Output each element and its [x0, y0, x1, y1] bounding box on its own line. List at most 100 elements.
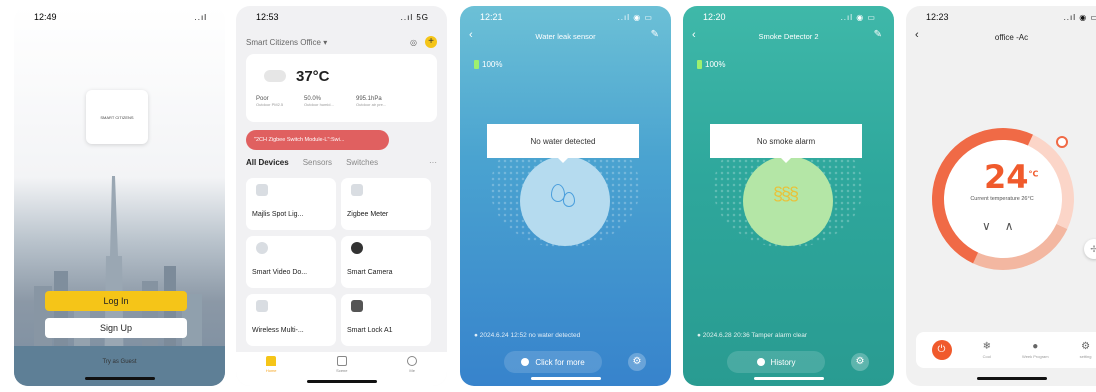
- page-title: Smoke Detector 2: [758, 32, 819, 41]
- device-card[interactable]: Smart Camera: [341, 236, 431, 288]
- device-image: [351, 184, 363, 196]
- device-card[interactable]: Majlis Spot Lig...: [246, 178, 336, 230]
- weather-stat: Poor Outdoor PM2.5: [256, 96, 283, 107]
- power-button[interactable]: ⏻: [931, 340, 952, 360]
- app-logo: SMART CITIZENS: [86, 90, 148, 144]
- guest-link[interactable]: Try as Guest: [14, 359, 225, 365]
- tab-home[interactable]: Home: [266, 356, 277, 386]
- clock-icon: ●: [1032, 341, 1039, 352]
- status-bar: 12:20 ..ıl ◉ ▭: [683, 6, 894, 28]
- add-device-icon[interactable]: +: [425, 36, 437, 48]
- home-icon: [266, 356, 277, 366]
- tab-sensors[interactable]: Sensors: [303, 158, 332, 167]
- signal-icon: ..ıl: [194, 12, 207, 22]
- city-skyline-image: [14, 176, 225, 386]
- device-name: Wireless Multi-...: [252, 327, 304, 334]
- edit-icon[interactable]: ✎: [874, 29, 882, 40]
- history-icon: [756, 358, 765, 366]
- battery-status: 100%: [474, 60, 502, 69]
- status-popup: No water detected: [487, 124, 639, 163]
- status-popup: No smoke alarm: [710, 124, 862, 163]
- battery-status: 100%: [697, 60, 725, 69]
- bar-label: Week Program: [1022, 354, 1049, 359]
- home-indicator: [976, 377, 1047, 380]
- stat-label: Outdoor PM2.5: [256, 102, 284, 107]
- status-bar: 12:53 ..ıl 5G: [236, 6, 447, 28]
- device-card[interactable]: Wireless Multi-...: [246, 294, 336, 346]
- weather-stat: 50.0% Outdoor humid...: [304, 96, 334, 107]
- signal-icon: ..ıl ◉ ▭: [1063, 12, 1096, 22]
- alert-banner[interactable]: "2CH Zigbee Switch Module-L":Swi...: [246, 130, 389, 150]
- tab-all-devices[interactable]: All Devices: [246, 158, 289, 167]
- device-image: [256, 242, 268, 254]
- increase-button[interactable]: ∧: [1005, 219, 1028, 233]
- signal-icon: ..ıl ◉ ▭: [617, 12, 653, 22]
- page-title: Water leak sensor: [535, 32, 596, 41]
- record-text: 2024.6.24 12:52 no water detected: [479, 332, 581, 339]
- info-icon: [521, 358, 530, 366]
- home-indicator: [753, 377, 824, 380]
- fan-speed-button[interactable]: ✢: [1084, 239, 1096, 259]
- smoke-icon: §§§: [773, 184, 799, 204]
- logo-text: SMART CITIZENS: [100, 114, 134, 120]
- login-button[interactable]: Log In: [45, 291, 187, 311]
- history-button-label: History: [770, 357, 796, 367]
- signal-icon: ..ıl ◉ ▭: [840, 12, 876, 22]
- dial-knob[interactable]: [1056, 136, 1068, 148]
- settings-icon[interactable]: ⚙: [851, 353, 869, 371]
- status-time: 12:53: [256, 12, 279, 22]
- home-selector[interactable]: Smart Citizens Office ▾: [246, 38, 327, 47]
- tab-label: Home: [265, 368, 277, 373]
- scene-icon: [336, 356, 347, 366]
- device-tabs: All Devices Sensors Switches ···: [246, 158, 437, 167]
- home-indicator: [306, 380, 377, 383]
- status-circle: §§§: [743, 156, 833, 246]
- status-bar: 12:23 ..ıl ◉ ▭: [906, 6, 1096, 28]
- device-card[interactable]: Smart Video Do...: [246, 236, 336, 288]
- tab-label: Me: [409, 368, 415, 373]
- edit-icon[interactable]: ✎: [651, 29, 659, 40]
- more-button[interactable]: Click for more: [504, 351, 602, 373]
- tab-label: Scene: [336, 368, 348, 373]
- cloud-icon: [264, 70, 286, 82]
- device-name: Smart Camera: [347, 269, 393, 276]
- snowflake-icon: ❄: [982, 341, 991, 352]
- tab-me[interactable]: Me: [407, 356, 418, 386]
- battery-level: 100%: [705, 60, 726, 69]
- status-time: 12:20: [703, 12, 726, 22]
- latest-record: ● 2024.6.24 12:52 no water detected: [474, 332, 581, 339]
- device-name: Majlis Spot Lig...: [252, 211, 304, 218]
- signup-button[interactable]: Sign Up: [45, 318, 187, 338]
- status-time: 12:21: [480, 12, 503, 22]
- home-screen: 12:53 ..ıl 5G Smart Citizens Office ▾ ◎ …: [236, 6, 447, 386]
- current-temperature: Current temperature 26°C: [970, 196, 1034, 202]
- setpoint-number: 24: [984, 158, 1029, 196]
- device-card[interactable]: Zigbee Meter: [341, 178, 431, 230]
- stat-label: Outdoor humid...: [304, 102, 334, 107]
- device-card[interactable]: Smart Lock A1: [341, 294, 431, 346]
- tab-switches[interactable]: Switches: [346, 158, 378, 167]
- home-header: Smart Citizens Office ▾ ◎ +: [246, 36, 437, 48]
- setpoint-unit: °C: [1028, 169, 1039, 179]
- bar-label: Cool: [982, 354, 991, 359]
- decrease-button[interactable]: ∨: [982, 219, 1005, 233]
- home-name: Smart Citizens Office: [246, 37, 321, 47]
- status-bar: 12:21 ..ıl ◉ ▭: [460, 6, 671, 28]
- ai-icon[interactable]: ◎: [410, 38, 417, 47]
- water-leak-screen: 12:21 ..ıl ◉ ▭ ‹ Water leak sensor ✎ 100…: [460, 6, 671, 386]
- tabs-more-button[interactable]: ···: [429, 158, 437, 167]
- setting-button[interactable]: ⚙ setting: [1080, 341, 1092, 359]
- bar-label: setting: [1079, 354, 1092, 359]
- history-button[interactable]: History: [727, 351, 825, 373]
- gear-icon: ⚙: [1081, 341, 1091, 352]
- me-icon: [407, 356, 418, 366]
- device-name: Zigbee Meter: [347, 211, 389, 218]
- settings-icon[interactable]: ⚙: [628, 353, 646, 371]
- latest-record: ● 2024.6.28 20:36 Tamper alarm clear: [697, 332, 808, 339]
- device-image: [256, 300, 268, 312]
- week-program-button[interactable]: ● Week Program: [1022, 341, 1049, 359]
- login-screen: 12:49 ..ıl SMART CITIZENS Log In Sign Up…: [14, 6, 225, 386]
- mode-cool-button[interactable]: ❄ Cool: [983, 341, 991, 359]
- weather-card: 37°C Poor Outdoor PM2.5 50.0% Outdoor hu…: [246, 54, 437, 122]
- control-bar: ⏻ ❄ Cool ● Week Program ⚙ setting: [916, 332, 1096, 368]
